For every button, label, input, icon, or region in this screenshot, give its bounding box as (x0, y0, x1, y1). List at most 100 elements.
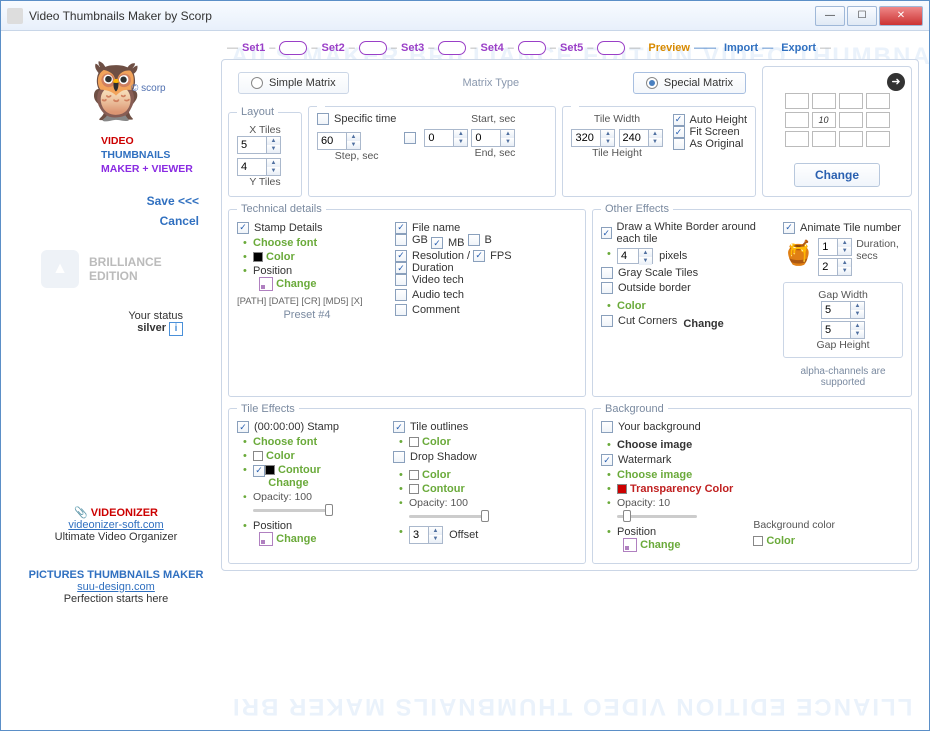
offset-spinner[interactable]: ▲▼ (409, 526, 443, 544)
pill-set3[interactable] (438, 41, 466, 55)
watermark-checkbox[interactable]: Watermark (601, 454, 671, 466)
info-icon[interactable]: i (169, 322, 183, 336)
ts-color[interactable]: Color (266, 450, 295, 462)
path-template-text: [PATH] [DATE] [CR] [MD5] [X] (237, 296, 377, 307)
grayscale-checkbox[interactable]: Gray Scale Tiles (601, 267, 698, 279)
wm-trans-color[interactable]: Transparency Color (630, 483, 733, 495)
tab-set4[interactable]: Set4 (481, 42, 504, 54)
cancel-link[interactable]: Cancel (21, 214, 199, 228)
as-original-checkbox[interactable]: As Original (673, 138, 744, 150)
pill-set5[interactable] (597, 41, 625, 55)
fit-screen-checkbox[interactable]: Fit Screen (673, 126, 740, 138)
cut-corners-checkbox[interactable]: Cut Corners (601, 315, 677, 327)
shadow-contour[interactable]: Contour (422, 483, 465, 495)
resolution-checkbox[interactable]: Resolution / (395, 250, 470, 262)
animate-1-spinner[interactable]: ▲▼ (818, 238, 852, 256)
tab-import[interactable]: Import (724, 42, 758, 54)
bgcolor-label: Background color (753, 519, 835, 531)
alpha-note: alpha-channels are supported (783, 366, 903, 388)
tab-export[interactable]: Export (781, 42, 816, 54)
timestamp-checkbox[interactable]: (00:00:00) Stamp (237, 421, 339, 433)
filename-checkbox[interactable]: File name (395, 222, 460, 234)
videonizer-link[interactable]: videonizer-soft.com (68, 519, 163, 531)
radio-special-matrix[interactable]: Special Matrix (633, 72, 746, 94)
ts-pos-change[interactable]: Change (276, 532, 316, 544)
matrix-type-row: Simple Matrix Matrix Type Special Matrix (228, 66, 756, 100)
white-border-checkbox[interactable]: Draw a White Border around each tile (601, 221, 773, 245)
ts-contour-checkbox[interactable] (253, 465, 265, 477)
your-bg-checkbox[interactable]: Your background (601, 421, 701, 433)
shadow-opacity-slider[interactable] (409, 515, 489, 518)
ptm-link[interactable]: suu-design.com (77, 581, 155, 593)
position-icon (259, 532, 273, 546)
shadow-color[interactable]: Color (422, 469, 451, 481)
outside-color[interactable]: Color (617, 300, 646, 312)
minimize-button[interactable]: — (815, 6, 845, 26)
mb-checkbox[interactable]: MB (431, 237, 465, 249)
tab-set2[interactable]: Set2 (322, 42, 345, 54)
tab-set3[interactable]: Set3 (401, 42, 424, 54)
animate-2-spinner[interactable]: ▲▼ (818, 258, 852, 276)
pill-set1[interactable] (279, 41, 307, 55)
time-lock-checkbox[interactable] (404, 132, 416, 144)
fps-checkbox[interactable]: FPS (473, 250, 511, 262)
videonizer-promo: 📎 VIDEONIZER videonizer-soft.com Ultimat… (21, 506, 211, 543)
tab-preview[interactable]: Preview (648, 42, 690, 54)
stamp-choosefont[interactable]: Choose font (253, 237, 317, 249)
duration-checkbox[interactable]: Duration (395, 262, 454, 274)
tile-height-spinner[interactable]: ▲▼ (619, 129, 663, 147)
gap-width-spinner[interactable]: ▲▼ (821, 301, 865, 319)
gap-height-spinner[interactable]: ▲▼ (821, 321, 865, 339)
pill-set2[interactable] (359, 41, 387, 55)
ptm-promo: PICTURES THUMBNAILS MAKER suu-design.com… (21, 569, 211, 605)
xtiles-spinner[interactable]: ▲▼ (237, 136, 281, 154)
border-px-spinner[interactable]: ▲▼ (617, 248, 653, 264)
preview-change-button[interactable]: Change (794, 163, 880, 187)
wm-choose-image[interactable]: Choose image (617, 469, 692, 481)
videotech-checkbox[interactable]: Video tech (395, 274, 464, 286)
stamp-pos-change[interactable]: Change (276, 277, 316, 289)
preview-grid: 10 (771, 93, 903, 147)
auto-height-checkbox[interactable]: Auto Height (673, 114, 747, 126)
ts-choosefont[interactable]: Choose font (253, 436, 317, 448)
b-checkbox[interactable]: B (468, 234, 492, 246)
specific-time-checkbox[interactable]: Specific time (317, 113, 396, 125)
ts-contour[interactable]: Contour (278, 464, 321, 476)
tab-set5[interactable]: Set5 (560, 42, 583, 54)
start-spinner[interactable]: ▲▼ (424, 129, 468, 147)
ts-opacity-slider[interactable] (253, 509, 333, 512)
step-spinner[interactable]: ▲▼ (317, 132, 361, 150)
animate-tile-checkbox[interactable]: Animate Tile number (783, 222, 901, 234)
comment-checkbox[interactable]: Comment (395, 304, 460, 316)
tile-outlines-checkbox[interactable]: Tile outlines (393, 421, 468, 433)
bg-legend: Background (601, 403, 668, 415)
wm-opacity-slider[interactable] (617, 515, 697, 518)
pill-set4[interactable] (518, 41, 546, 55)
ytiles-spinner[interactable]: ▲▼ (237, 158, 281, 176)
edition-box: BRILLIANCE EDITION (41, 250, 211, 288)
maximize-button[interactable]: ☐ (847, 6, 877, 26)
bg-choose-image[interactable]: Choose image (617, 439, 692, 451)
drop-shadow-checkbox[interactable]: Drop Shadow (393, 451, 477, 463)
close-button[interactable]: ✕ (879, 6, 923, 26)
wm-pos-change[interactable]: Change (640, 539, 680, 551)
outside-border-checkbox[interactable]: Outside border (601, 282, 691, 294)
save-link[interactable]: Save <<< (21, 194, 199, 208)
stamp-color[interactable]: Color (266, 251, 295, 263)
status-row: Your status silveri (21, 310, 183, 336)
tab-set1[interactable]: Set1 (242, 42, 265, 54)
cut-change[interactable]: Change (683, 318, 723, 330)
tile-width-spinner[interactable]: ▲▼ (571, 129, 615, 147)
end-spinner[interactable]: ▲▼ (471, 129, 515, 147)
position-icon (623, 538, 637, 552)
outline-color[interactable]: Color (422, 436, 451, 448)
preview-expand-icon[interactable]: ➜ (887, 73, 905, 91)
audiotech-checkbox[interactable]: Audio tech (395, 289, 464, 301)
ts-contour-change[interactable]: Change (268, 477, 308, 489)
other-legend: Other Effects (601, 203, 673, 215)
stamp-details-checkbox[interactable]: Stamp Details (237, 222, 322, 234)
gb-checkbox[interactable]: GB (395, 234, 428, 246)
bgcolor-pick[interactable]: Color (766, 535, 795, 547)
app-name: VIDEO THUMBNAILS MAKER + VIEWER (101, 134, 211, 176)
radio-simple-matrix[interactable]: Simple Matrix (238, 72, 349, 94)
